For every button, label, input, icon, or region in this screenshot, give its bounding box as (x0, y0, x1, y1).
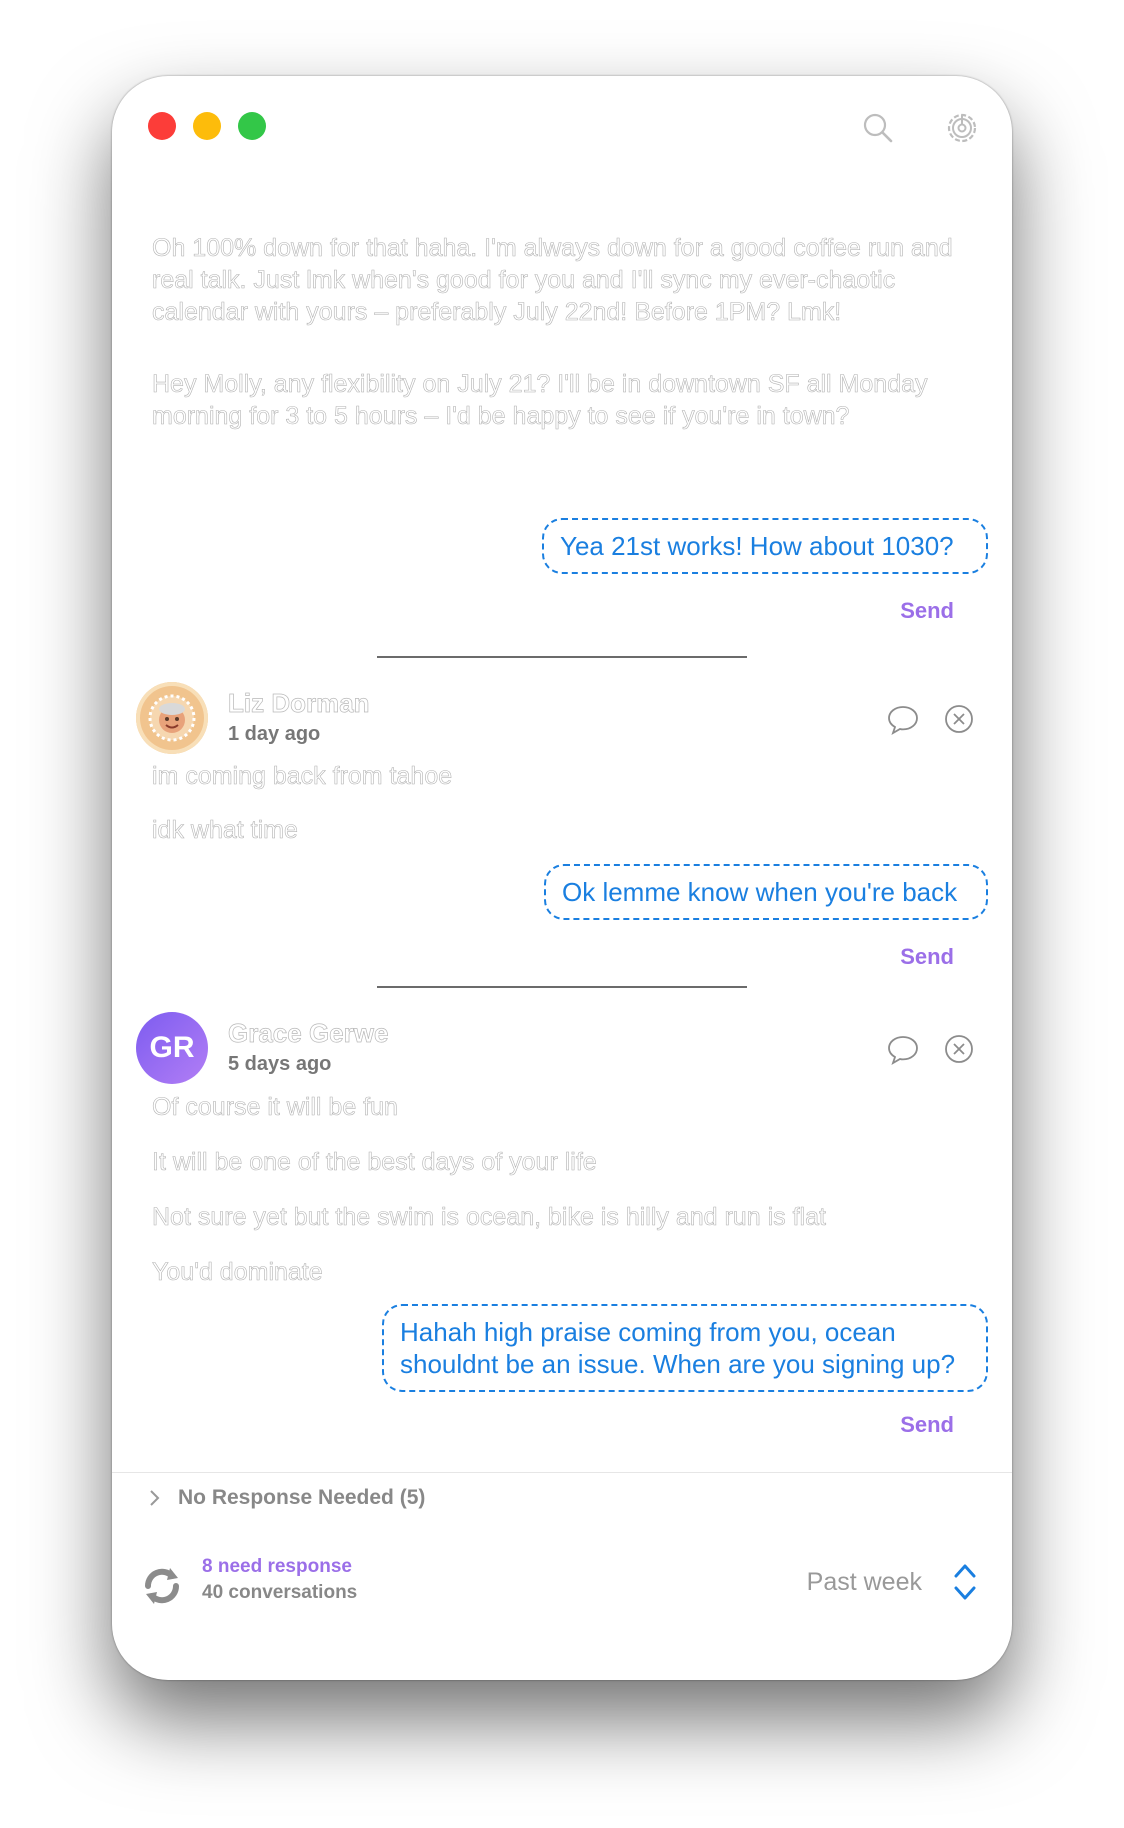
conversation-list: Oh 100% down for that haha. I'm always d… (112, 156, 1012, 1680)
message-text: im coming back from tahoe (152, 762, 453, 791)
contact-name: Liz Dorman (228, 688, 370, 719)
minimize-window-button[interactable] (193, 112, 221, 140)
app-window: Oh 100% down for that haha. I'm always d… (112, 76, 1012, 1680)
message-text: Oh 100% down for that haha. I'm always d… (152, 234, 953, 327)
gear-icon[interactable] (944, 110, 980, 146)
message-text: You'd dominate (152, 1258, 323, 1287)
response-stats: 8 need response 40 conversations (202, 1556, 357, 1604)
zoom-window-button[interactable] (238, 112, 266, 140)
up-down-chevron-icon[interactable] (952, 1560, 978, 1604)
message-text: Of course it will be fun (152, 1093, 399, 1122)
search-icon[interactable] (860, 110, 896, 146)
close-circle-icon[interactable] (942, 1032, 976, 1066)
window-controls (148, 112, 266, 140)
send-button[interactable]: Send (900, 598, 954, 624)
need-response-count[interactable]: 8 need response (202, 1556, 357, 1578)
divider (377, 986, 747, 988)
message-text: It will be one of the best days of your … (152, 1148, 597, 1177)
timestamp: 5 days ago (228, 1053, 332, 1075)
comment-icon[interactable] (886, 1032, 920, 1066)
no-response-section-toggle[interactable]: No Response Needed (5) (148, 1486, 425, 1510)
close-window-button[interactable] (148, 112, 176, 140)
message-text: Hey Molly, any flexibility on July 21? I… (152, 370, 928, 431)
message-text: Not sure yet but the swim is ocean, bike… (152, 1203, 827, 1232)
reply-draft[interactable]: Hahah high praise coming from you, ocean… (382, 1304, 988, 1392)
conversation-count: 40 conversations (202, 1582, 358, 1603)
send-button[interactable]: Send (900, 1412, 954, 1438)
reply-draft[interactable]: Yea 21st works! How about 1030? (542, 518, 988, 574)
send-button[interactable]: Send (900, 944, 954, 970)
divider (377, 656, 747, 658)
comment-icon[interactable] (886, 702, 920, 736)
toolbar (860, 110, 980, 146)
avatar-photo (148, 694, 196, 742)
refresh-icon[interactable] (140, 1564, 184, 1608)
close-circle-icon[interactable] (942, 702, 976, 736)
no-response-label: No Response Needed (5) (178, 1486, 426, 1509)
avatar: GR (136, 1012, 208, 1084)
timestamp: 1 day ago (228, 723, 321, 745)
message-text: idk what time (152, 816, 298, 845)
chevron-right-icon (150, 1490, 160, 1506)
period-select[interactable]: Past week (807, 1568, 922, 1597)
avatar (136, 682, 208, 754)
contact-name: Grace Gerwe (228, 1018, 389, 1049)
footer-divider (112, 1472, 1012, 1473)
reply-draft[interactable]: Ok lemme know when you're back (544, 864, 988, 920)
